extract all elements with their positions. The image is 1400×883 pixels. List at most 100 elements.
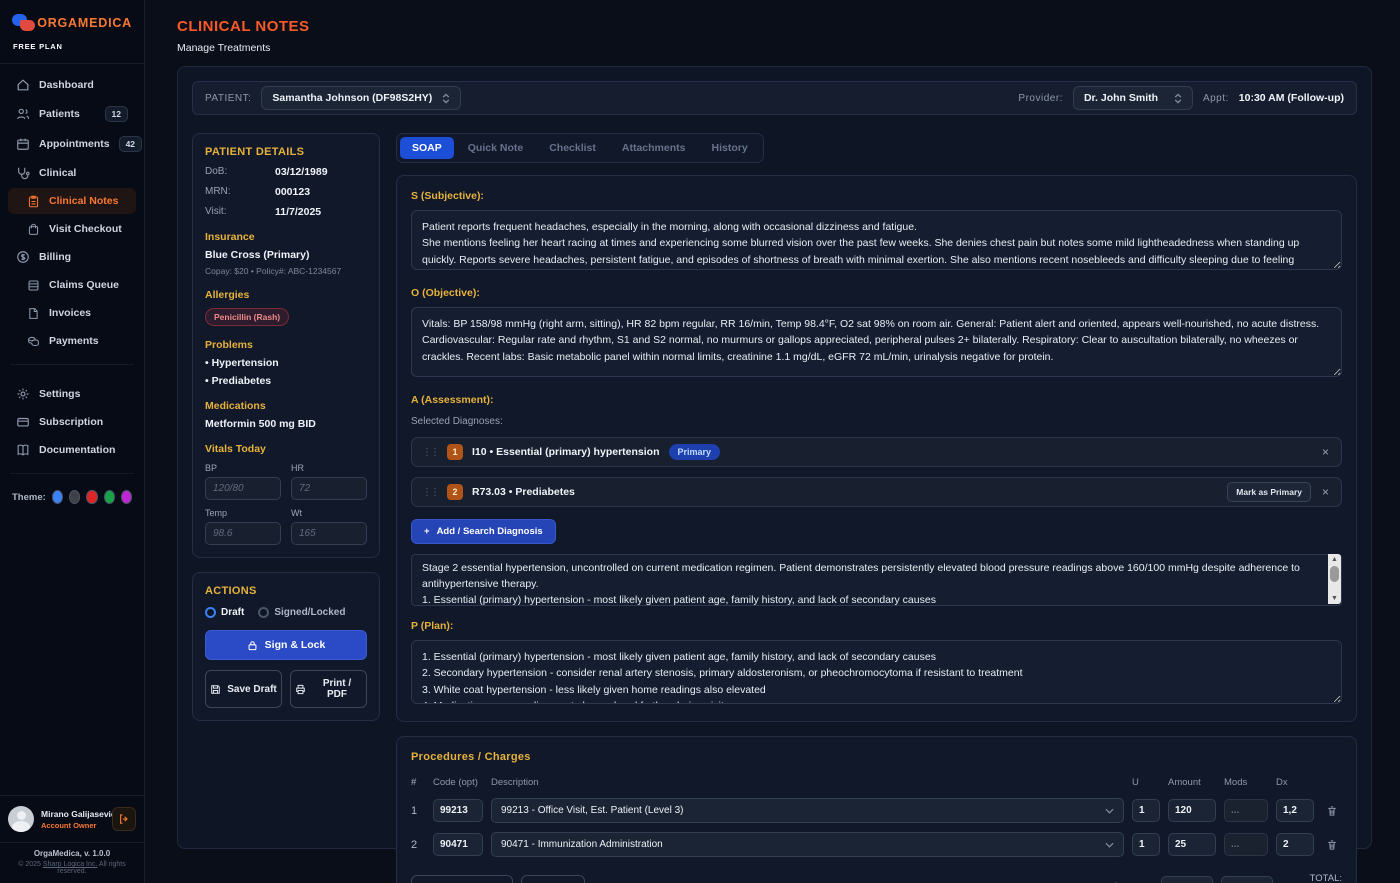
amount-input[interactable]	[1168, 799, 1216, 822]
actions-panel: ACTIONS Draft Signed/Locked	[192, 572, 380, 721]
drag-handle-icon[interactable]: ⋮⋮	[422, 447, 438, 458]
sidebar-footer: OrgaMedica, v. 1.0.0 © 2025 Sharp Logica…	[0, 849, 144, 883]
avatar	[8, 806, 34, 832]
allergy-badge: Penicillin (Rash)	[205, 308, 289, 326]
drag-handle-icon[interactable]: ⋮⋮	[422, 487, 438, 498]
description-select[interactable]: 90471 - Immunization Administration	[491, 832, 1124, 857]
tab-history[interactable]: History	[700, 137, 760, 159]
discount-input-2[interactable]	[1221, 876, 1273, 883]
primary-badge: Primary	[669, 444, 721, 460]
brand: ORGAMEDICA	[0, 0, 144, 34]
remove-diagnosis-button[interactable]: ×	[1320, 485, 1331, 499]
problem-item: • Prediabetes	[205, 375, 367, 387]
patient-select-value: Samantha Johnson (DF98S2HY)	[272, 92, 432, 104]
discount-input-1[interactable]	[1161, 876, 1213, 883]
mark-primary-button[interactable]: Mark as Primary	[1227, 482, 1311, 502]
theme-dot-dark[interactable]	[69, 490, 80, 504]
sidebar-item-visit-checkout[interactable]: Visit Checkout	[8, 216, 136, 242]
sidebar-item-documentation[interactable]: Documentation	[8, 437, 136, 463]
scroll-up-icon[interactable]: ▲	[1331, 554, 1338, 565]
sidebar-item-billing[interactable]: Billing	[8, 244, 136, 270]
mods-input[interactable]	[1224, 833, 1268, 856]
appt-label: Appt:	[1203, 93, 1229, 104]
plan-textarea[interactable]: 1. Essential (primary) hypertension - mo…	[411, 640, 1342, 704]
temp-input[interactable]	[205, 522, 281, 545]
allergies-title: Allergies	[205, 289, 367, 301]
diagnosis-row: ⋮⋮ 2 R73.03 • Prediabetes Mark as Primar…	[411, 477, 1342, 507]
amount-input[interactable]	[1168, 833, 1216, 856]
draft-radio[interactable]: Draft	[205, 607, 244, 618]
mods-input[interactable]	[1224, 799, 1268, 822]
sidebar-item-label: Patients	[39, 108, 80, 120]
dx-input[interactable]	[1276, 833, 1314, 856]
tab-attachments[interactable]: Attachments	[610, 137, 698, 159]
theme-dot-green[interactable]	[104, 490, 115, 504]
sidebar-item-invoices[interactable]: Invoices	[8, 300, 136, 326]
sidebar-item-appointments[interactable]: Appointments 42	[8, 130, 136, 158]
patient-select[interactable]: Samantha Johnson (DF98S2HY)	[261, 86, 461, 110]
theme-label: Theme:	[12, 492, 46, 503]
tab-checklist[interactable]: Checklist	[537, 137, 608, 159]
printer-icon	[295, 684, 306, 695]
save-draft-button[interactable]: Save Draft	[205, 670, 282, 708]
sidebar-item-subscription[interactable]: Subscription	[8, 409, 136, 435]
wt-input[interactable]	[291, 522, 367, 545]
sidebar-item-label: Settings	[39, 388, 80, 400]
divider	[10, 364, 134, 365]
favorites-button[interactable]: Favorites	[521, 875, 585, 883]
page-subtitle: Manage Treatments	[177, 42, 1372, 54]
theme-dot-blue[interactable]	[52, 490, 63, 504]
tab-soap[interactable]: SOAP	[400, 137, 454, 159]
description-select[interactable]: 99213 - Office Visit, Est. Patient (Leve…	[491, 798, 1124, 823]
sidebar-item-label: Billing	[39, 251, 71, 263]
plan-badge: FREE PLAN	[0, 34, 144, 64]
theme-dot-red[interactable]	[86, 490, 97, 504]
sidebar-item-payments[interactable]: Payments	[8, 328, 136, 354]
theme-dot-magenta[interactable]	[121, 490, 132, 504]
sign-lock-button[interactable]: Sign & Lock	[205, 630, 367, 660]
chevron-down-icon	[1105, 842, 1114, 848]
mrn-label: MRN:	[205, 186, 275, 198]
note-icon	[26, 194, 40, 208]
scroll-thumb[interactable]	[1330, 566, 1339, 582]
print-pdf-button[interactable]: Print / PDF	[290, 670, 367, 708]
code-input[interactable]	[433, 833, 483, 856]
wt-label: Wt	[291, 508, 367, 518]
procedures-title: Procedures / Charges	[411, 751, 1342, 763]
provider-select[interactable]: Dr. John Smith	[1073, 86, 1193, 110]
tab-quick-note[interactable]: Quick Note	[456, 137, 535, 159]
sidebar-item-clinical-notes[interactable]: Clinical Notes	[8, 188, 136, 214]
delete-row-button[interactable]	[1326, 839, 1338, 851]
code-input[interactable]	[433, 799, 483, 822]
remove-diagnosis-button[interactable]: ×	[1320, 445, 1331, 459]
list-icon	[26, 278, 40, 292]
units-input[interactable]	[1132, 833, 1160, 856]
sidebar-item-dashboard[interactable]: Dashboard	[8, 72, 136, 98]
add-procedure-button[interactable]: + Add Procedure	[411, 875, 513, 883]
objective-textarea[interactable]: Vitals: BP 158/98 mmHg (right arm, sitti…	[411, 307, 1342, 377]
hr-input[interactable]	[291, 477, 367, 500]
assessment-text-box[interactable]: Stage 2 essential hypertension, uncontro…	[411, 554, 1342, 606]
sidebar-item-label: Visit Checkout	[49, 223, 122, 235]
sidebar-item-clinical[interactable]: Clinical	[8, 160, 136, 186]
subjective-textarea[interactable]: Patient reports frequent headaches, espe…	[411, 210, 1342, 270]
signed-locked-radio[interactable]: Signed/Locked	[258, 607, 345, 618]
insurance-title: Insurance	[205, 231, 367, 243]
sidebar-item-claims-queue[interactable]: Claims Queue	[8, 272, 136, 298]
company-link[interactable]: Sharp Logica Inc.	[43, 861, 97, 868]
dob-value: 03/12/1989	[275, 166, 328, 178]
delete-row-button[interactable]	[1326, 805, 1338, 817]
bp-input[interactable]	[205, 477, 281, 500]
sidebar-item-label: Claims Queue	[49, 279, 119, 291]
sidebar-item-patients[interactable]: Patients 12	[8, 100, 136, 128]
logout-button[interactable]	[112, 807, 136, 831]
units-input[interactable]	[1132, 799, 1160, 822]
scrollbar[interactable]: ▲ ▼	[1328, 554, 1341, 604]
scroll-down-icon[interactable]: ▼	[1331, 593, 1338, 604]
bp-label: BP	[205, 463, 281, 473]
visit-value: 11/7/2025	[275, 206, 321, 218]
sidebar-item-settings[interactable]: Settings	[8, 381, 136, 407]
dx-input[interactable]	[1276, 799, 1314, 822]
add-search-diagnosis-button[interactable]: + Add / Search Diagnosis	[411, 519, 556, 544]
plus-icon: +	[424, 526, 430, 537]
